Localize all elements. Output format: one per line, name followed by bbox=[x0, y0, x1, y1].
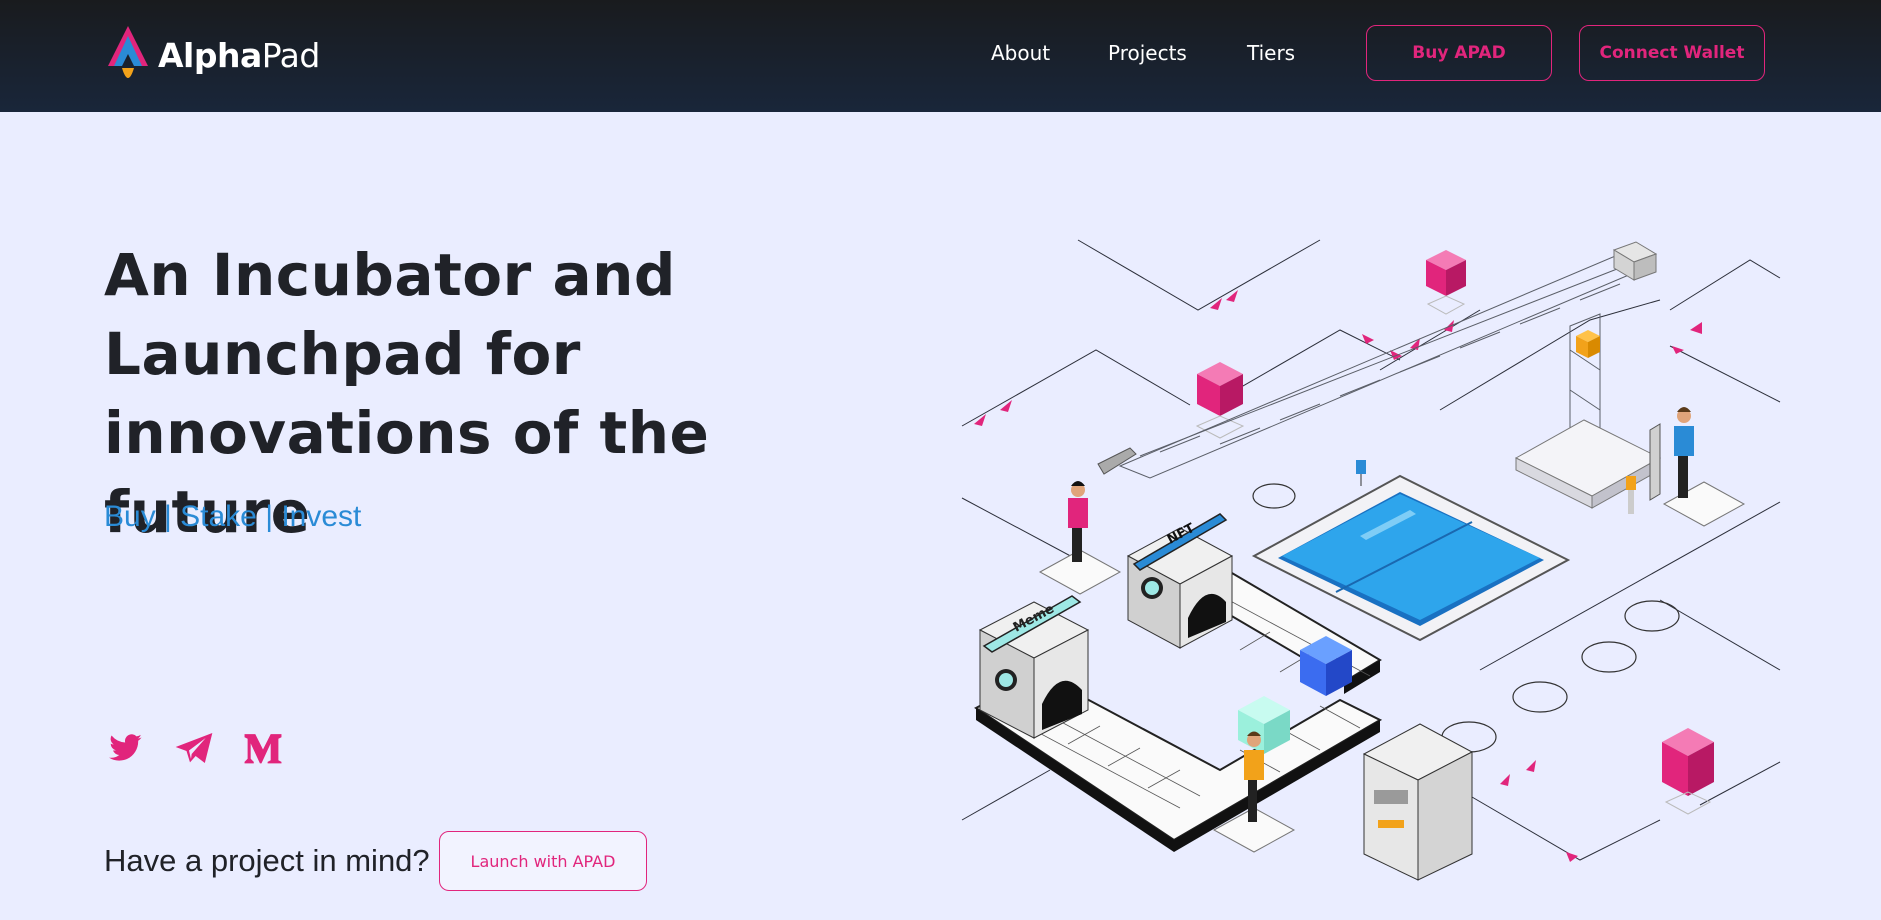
launch-with-apad-button[interactable]: Launch with APAD bbox=[439, 831, 647, 891]
telegram-link[interactable] bbox=[174, 728, 214, 768]
medium-icon bbox=[244, 734, 282, 764]
vending-machine bbox=[1362, 723, 1474, 881]
connect-wallet-button[interactable]: Connect Wallet bbox=[1579, 25, 1765, 81]
nav-about[interactable]: About bbox=[991, 41, 1050, 65]
hero-title-line-1: An Incubator and bbox=[104, 241, 676, 309]
nft-machine: NFT bbox=[1126, 513, 1234, 649]
medium-link[interactable] bbox=[243, 728, 283, 768]
rocket-logo-icon bbox=[108, 26, 148, 78]
pink-cube-1 bbox=[1195, 362, 1245, 439]
logo-wordmark: AlphaPad bbox=[158, 35, 320, 75]
project-cta-text: Have a project in mind? bbox=[104, 843, 430, 878]
meme-machine: Meme bbox=[978, 595, 1090, 739]
hero-title-line-2: Launchpad for bbox=[104, 320, 581, 388]
hero-tagline: Buy | Stake | Invest bbox=[104, 500, 362, 533]
twitter-link[interactable] bbox=[106, 728, 146, 768]
person-pink bbox=[1038, 481, 1122, 595]
twitter-icon bbox=[109, 734, 142, 761]
alphapad-logo[interactable]: AlphaPad bbox=[104, 24, 320, 86]
nav-projects[interactable]: Projects bbox=[1108, 41, 1187, 65]
telegram-icon bbox=[175, 733, 213, 763]
buy-apad-button[interactable]: Buy APAD bbox=[1366, 25, 1552, 81]
top-navbar: AlphaPad About Projects Tiers Buy APAD C… bbox=[0, 0, 1881, 112]
incubator-illustration: Meme NFT bbox=[961, 239, 1781, 881]
nav-tiers[interactable]: Tiers bbox=[1247, 41, 1295, 65]
